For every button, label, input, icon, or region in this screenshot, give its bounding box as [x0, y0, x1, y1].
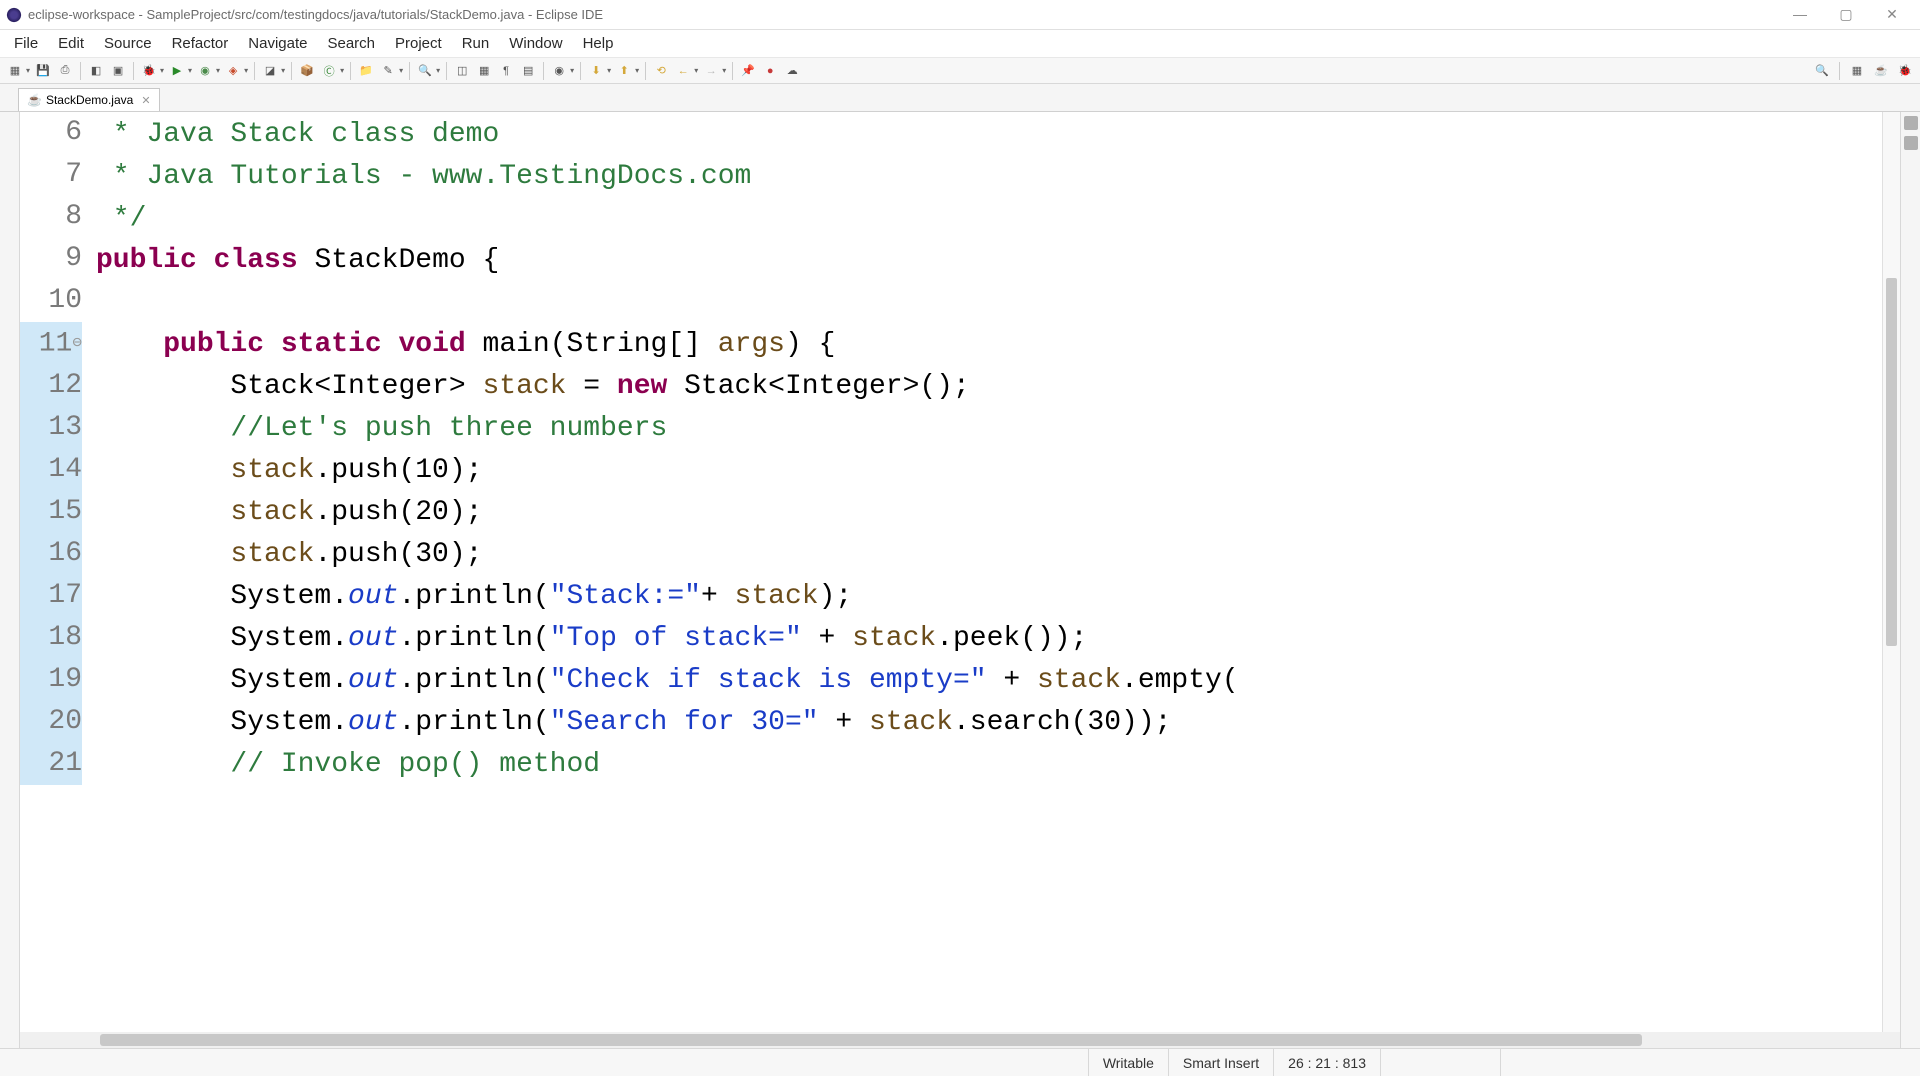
vertical-scrollbar-thumb[interactable]: [1886, 278, 1897, 646]
java-perspective-icon[interactable]: ☕: [1872, 62, 1890, 80]
menu-window[interactable]: Window: [499, 31, 572, 56]
open-type-icon[interactable]: ◧: [87, 62, 105, 80]
debug-perspective-icon[interactable]: 🐞: [1896, 62, 1914, 80]
last-edit-icon[interactable]: ⟲: [652, 62, 670, 80]
horizontal-scrollbar[interactable]: [20, 1032, 1900, 1048]
window-controls: — ▢ ✕: [1786, 6, 1914, 23]
menu-source[interactable]: Source: [94, 31, 162, 56]
restore-view-icon[interactable]: [1904, 136, 1918, 150]
source-code[interactable]: * Java Stack class demo * Java Tutorials…: [90, 112, 1882, 1032]
menu-help[interactable]: Help: [573, 31, 624, 56]
save-all-icon[interactable]: ⎙: [56, 62, 74, 80]
external-tools-icon[interactable]: ◈: [224, 62, 242, 80]
minimize-view-icon[interactable]: [1904, 116, 1918, 130]
toggle-mark-icon[interactable]: ◫: [453, 62, 471, 80]
dropdown-icon[interactable]: ▾: [570, 66, 574, 75]
editor-tab-stackdemo[interactable]: ☕ StackDemo.java ✕: [18, 88, 160, 111]
cloud-icon[interactable]: ☁: [783, 62, 801, 80]
status-writable[interactable]: Writable: [1088, 1049, 1168, 1076]
overview-ruler[interactable]: [1882, 112, 1900, 1032]
dropdown-icon[interactable]: ▾: [340, 66, 344, 75]
dropdown-icon[interactable]: ▾: [635, 66, 639, 75]
menu-run[interactable]: Run: [452, 31, 500, 56]
menu-file[interactable]: File: [4, 31, 48, 56]
menu-edit[interactable]: Edit: [48, 31, 94, 56]
close-button[interactable]: ✕: [1878, 6, 1906, 23]
back-icon[interactable]: ←: [674, 62, 692, 80]
dropdown-icon[interactable]: ▾: [188, 66, 192, 75]
line-number-gutter[interactable]: 67891011⊖12131415161718192021: [20, 112, 90, 1032]
editor-area[interactable]: 67891011⊖12131415161718192021 * Java Sta…: [20, 112, 1900, 1048]
window-title: eclipse-workspace - SampleProject/src/co…: [28, 7, 1786, 22]
maximize-button[interactable]: ▢: [1832, 6, 1860, 23]
dropdown-icon[interactable]: ▾: [26, 66, 30, 75]
right-trim: [1900, 112, 1920, 1048]
new-class-icon[interactable]: Ⓒ: [320, 62, 338, 80]
code-mining-icon[interactable]: ▤: [519, 62, 537, 80]
dropdown-icon[interactable]: ▾: [281, 66, 285, 75]
stop-icon[interactable]: ●: [761, 62, 779, 80]
editor-tabs: ☕ StackDemo.java ✕: [0, 84, 1920, 112]
annotation-icon[interactable]: ◉: [550, 62, 568, 80]
dropdown-icon[interactable]: ▾: [722, 66, 726, 75]
editor-wrap: 67891011⊖12131415161718192021 * Java Sta…: [0, 112, 1920, 1048]
titlebar: eclipse-workspace - SampleProject/src/co…: [0, 0, 1920, 30]
new-java-project-icon[interactable]: ◪: [261, 62, 279, 80]
menu-search[interactable]: Search: [317, 31, 385, 56]
search-icon[interactable]: 🔍: [416, 62, 434, 80]
open-task-icon[interactable]: 📁: [357, 62, 375, 80]
menubar: File Edit Source Refactor Navigate Searc…: [0, 30, 1920, 58]
next-annotation-icon[interactable]: ⬇: [587, 62, 605, 80]
dropdown-icon[interactable]: ▾: [160, 66, 164, 75]
left-trim: [0, 112, 20, 1048]
minimize-button[interactable]: —: [1786, 6, 1814, 23]
close-icon[interactable]: ✕: [141, 94, 150, 107]
statusbar: Writable Smart Insert 26 : 21 : 813: [0, 1048, 1920, 1076]
menu-refactor[interactable]: Refactor: [162, 31, 239, 56]
prev-annotation-icon[interactable]: ⬆: [615, 62, 633, 80]
status-cursor-position: 26 : 21 : 813: [1273, 1049, 1380, 1076]
edit-icon[interactable]: ✎: [379, 62, 397, 80]
status-spacer: [1380, 1049, 1500, 1076]
run-icon[interactable]: ▶: [168, 62, 186, 80]
new-icon[interactable]: ▦: [6, 62, 24, 80]
coverage-icon[interactable]: ◉: [196, 62, 214, 80]
dropdown-icon[interactable]: ▾: [607, 66, 611, 75]
eclipse-icon: [6, 7, 22, 23]
toolbar: ▦▾ 💾 ⎙ ◧ ▣ 🐞▾ ▶▾ ◉▾ ◈▾ ◪▾ 📦 Ⓒ▾ 📁 ✎▾ 🔍▾ ◫…: [0, 58, 1920, 84]
dropdown-icon[interactable]: ▾: [436, 66, 440, 75]
quick-access-icon[interactable]: 🔍: [1813, 62, 1831, 80]
horizontal-scrollbar-thumb[interactable]: [100, 1034, 1642, 1046]
pin-icon[interactable]: 📌: [739, 62, 757, 80]
forward-icon[interactable]: →: [702, 62, 720, 80]
dropdown-icon[interactable]: ▾: [694, 66, 698, 75]
dropdown-icon[interactable]: ▾: [399, 66, 403, 75]
terminal-icon[interactable]: ▣: [109, 62, 127, 80]
open-perspective-icon[interactable]: ▦: [1848, 62, 1866, 80]
status-trim: [1500, 1049, 1920, 1076]
java-file-icon: ☕: [27, 93, 42, 107]
tab-label: StackDemo.java: [46, 93, 133, 107]
status-insert-mode[interactable]: Smart Insert: [1168, 1049, 1273, 1076]
menu-navigate[interactable]: Navigate: [238, 31, 317, 56]
save-icon[interactable]: 💾: [34, 62, 52, 80]
new-package-icon[interactable]: 📦: [298, 62, 316, 80]
toggle-block-icon[interactable]: ▦: [475, 62, 493, 80]
dropdown-icon[interactable]: ▾: [216, 66, 220, 75]
show-whitespace-icon[interactable]: ¶: [497, 62, 515, 80]
menu-project[interactable]: Project: [385, 31, 452, 56]
dropdown-icon[interactable]: ▾: [244, 66, 248, 75]
debug-icon[interactable]: 🐞: [140, 62, 158, 80]
